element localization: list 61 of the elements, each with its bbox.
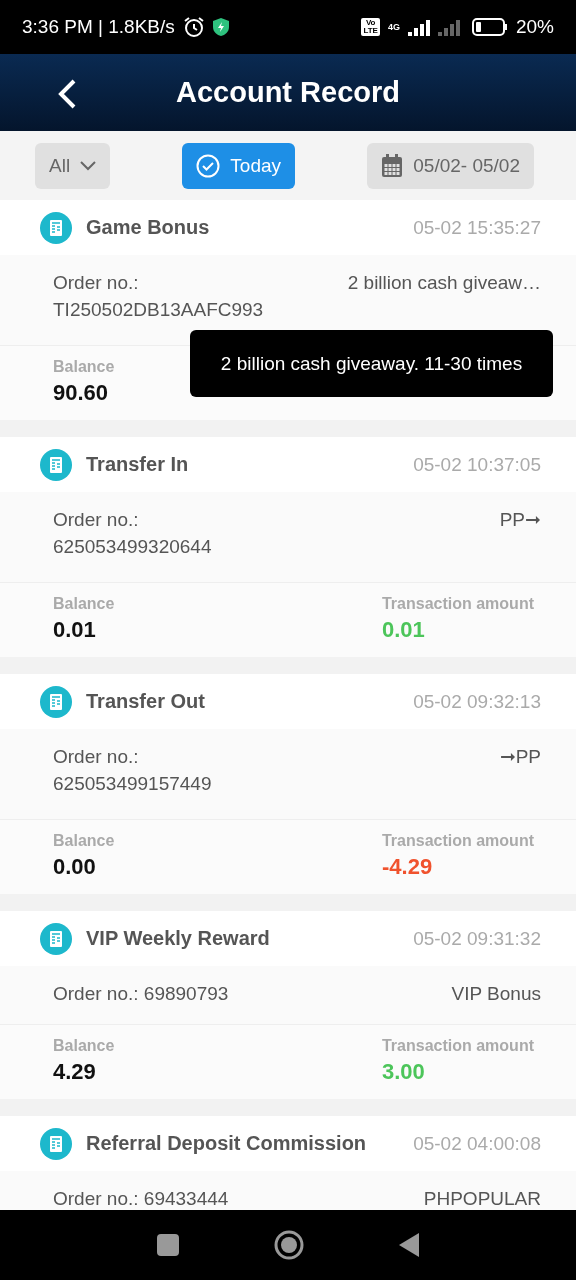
receipt-icon (40, 1127, 72, 1160)
order-number: TI250502DB13AAFC993 (53, 298, 264, 321)
amount-label: Transaction amount (381, 1037, 534, 1055)
receipt-icon (40, 922, 72, 955)
recents-icon[interactable] (157, 1234, 180, 1256)
today-button[interactable]: Today (182, 142, 296, 189)
record-note: PP➞ (499, 508, 541, 532)
home-icon[interactable] (274, 1230, 304, 1260)
order-number: Order no.: (53, 271, 140, 294)
battery-icon (471, 18, 508, 36)
tooltip: 2 billion cash giveaway. 11-30 times (190, 330, 553, 397)
order-number: 625053499157449 (53, 772, 212, 795)
balance-value: 4.29 (53, 1059, 97, 1085)
record-time: 05-02 10:37:05 (413, 453, 541, 476)
alarm-icon (182, 16, 205, 38)
record-time: 05-02 09:31:32 (413, 927, 541, 950)
shield-icon (212, 18, 229, 36)
volte-badge: Vo LTE (361, 18, 380, 36)
chevron-down-icon (80, 160, 97, 171)
record-title: VIP Weekly Reward (86, 927, 270, 950)
order-number: Order no.: (53, 745, 140, 768)
amount-value: -4.29 (381, 854, 434, 880)
amount-label: Transaction amount (381, 595, 534, 613)
check-circle-icon (196, 153, 221, 178)
back-icon[interactable] (56, 78, 78, 110)
network-type: 4G (387, 22, 400, 32)
record-note: VIP Bonus (451, 982, 541, 1006)
order-number: Order no.: 69433444 (53, 1187, 229, 1210)
balance-value: 0.01 (53, 617, 97, 643)
date-range-button[interactable]: 05/02- 05/02 (367, 142, 534, 189)
battery-percent: 20% (515, 16, 554, 38)
amount-value: 0.01 (381, 617, 426, 643)
order-number: Order no.: (53, 508, 140, 531)
order-number: 625053499320644 (53, 535, 212, 558)
record-title: Referral Deposit Commission (86, 1132, 367, 1155)
record-time: 05-02 15:35:27 (413, 216, 541, 239)
calendar-icon (381, 153, 404, 178)
balance-label: Balance (53, 595, 115, 613)
type-dropdown[interactable]: All (35, 142, 111, 189)
balance-label: Balance (53, 358, 115, 376)
amount-label: Transaction amount (381, 832, 534, 850)
receipt-icon (40, 685, 72, 718)
order-number: Order no.: 69890793 (53, 982, 229, 1005)
record-time: 05-02 04:00:08 (413, 1132, 541, 1155)
record-time: 05-02 09:32:13 (413, 690, 541, 713)
balance-label: Balance (53, 1037, 115, 1055)
record-note: PHPOPULAR (423, 1187, 541, 1210)
record-title: Transfer In (86, 453, 189, 476)
amount-value: 3.00 (381, 1059, 426, 1085)
balance-value: 90.60 (53, 380, 110, 406)
page-title: Account Record (176, 76, 400, 109)
balance-label: Balance (53, 832, 115, 850)
record-title: Transfer Out (86, 690, 205, 713)
record-note: ➞PP (499, 745, 541, 769)
back-nav-icon[interactable] (398, 1233, 419, 1257)
status-time: 3:36 PM | 1.8KB/s (22, 16, 175, 38)
receipt-icon (40, 211, 72, 244)
receipt-icon (40, 448, 72, 481)
record-note: 2 billion cash giveaw… (347, 271, 541, 295)
balance-value: 0.00 (53, 854, 97, 880)
record-title: Game Bonus (86, 216, 210, 239)
